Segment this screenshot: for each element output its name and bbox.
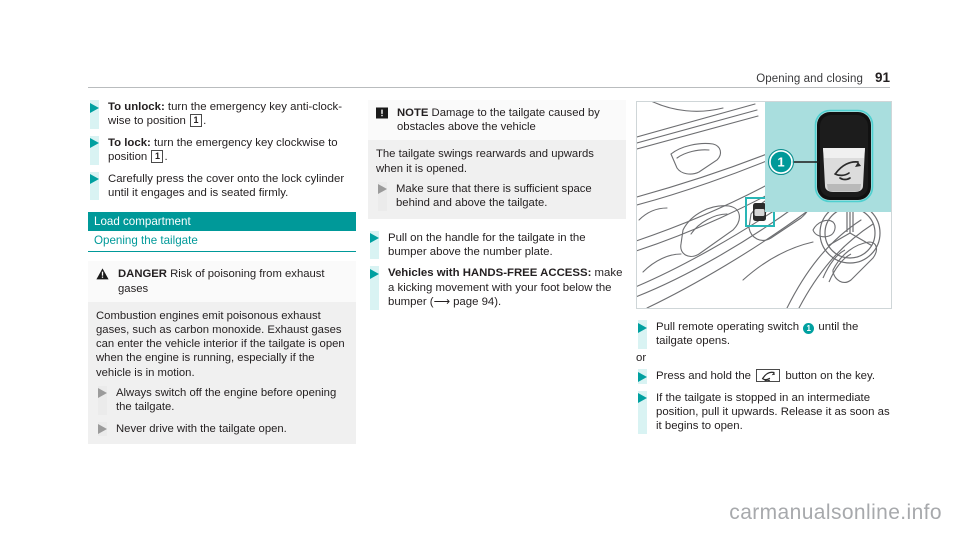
bullet-text: If the tailgate is stopped in an interme… xyxy=(656,391,890,433)
page-number: 91 xyxy=(874,70,890,85)
bullet-triangle-icon xyxy=(638,393,647,404)
section-heading-load-compartment: Load compartment xyxy=(88,212,356,232)
bullet-lead: To lock: xyxy=(108,136,151,149)
bullet-triangle-icon xyxy=(370,268,379,279)
remote-switch-steps-list: Pull remote operating switch 1 until the… xyxy=(636,320,892,349)
bullet-text-pre: Press and hold the xyxy=(656,370,755,383)
bullet-text: Never drive with the tailgate open. xyxy=(116,422,287,435)
or-connector: or xyxy=(636,351,647,364)
warning-triangle-icon xyxy=(96,268,109,280)
running-header: Opening and closing 91 xyxy=(88,70,890,88)
list-item: Carefully press the cover onto the lock … xyxy=(88,171,356,201)
list-item: Pull on the handle for the tailgate in t… xyxy=(368,230,626,260)
header-divider xyxy=(88,87,890,88)
bullet-text: Make sure that there is sufficient space… xyxy=(396,182,592,210)
list-item: If the tailgate is stopped in an interme… xyxy=(636,390,892,434)
bullet-tail: . xyxy=(164,151,168,164)
bullet-text-pre: Pull remote operating switch xyxy=(656,321,803,333)
list-item: Never drive with the tailgate open. xyxy=(96,421,348,437)
bullet-triangle-icon xyxy=(378,184,387,195)
reference-number-box: 1 xyxy=(151,150,164,163)
note-warning-box: NOTE Damage to the tailgate caused by ob… xyxy=(368,100,626,219)
danger-warning-box: DANGER Risk of poisoning from exhaust ga… xyxy=(88,261,356,445)
danger-warning-header: DANGER Risk of poisoning from exhaust ga… xyxy=(88,261,356,302)
bullet-text: Pull on the handle for the tailgate in t… xyxy=(388,231,586,259)
bullet-triangle-icon xyxy=(370,233,379,244)
note-bullets-list: Make sure that there is sufficient space… xyxy=(376,181,618,211)
bullet-lead: Vehicles with HANDS-FREE ACCESS: xyxy=(388,267,592,280)
danger-warning-body: Combustion engines emit poisonous exhaus… xyxy=(88,301,356,445)
bullet-triangle-icon xyxy=(90,102,99,113)
bullet-text: Always switch off the engine before open… xyxy=(116,386,337,414)
column-two: NOTE Damage to the tailgate caused by ob… xyxy=(368,100,626,310)
note-keyword: NOTE xyxy=(397,107,429,119)
note-warning-header: NOTE Damage to the tailgate caused by ob… xyxy=(368,100,626,141)
svg-text:1: 1 xyxy=(777,155,784,170)
tailgate-opening-steps-list: Pull on the handle for the tailgate in t… xyxy=(368,230,626,310)
bullet-triangle-icon xyxy=(638,322,647,333)
callout-number-badge: 1 xyxy=(803,323,815,334)
bullet-text: Carefully press the cover onto the lock … xyxy=(108,172,345,200)
bullet-tail: . xyxy=(203,115,207,128)
key-button-steps-list: Press and hold the button on the key. If… xyxy=(636,369,892,434)
note-exclamation-icon xyxy=(376,107,388,119)
list-item: To lock: turn the emergency key clockwis… xyxy=(88,135,356,165)
bullet-triangle-icon xyxy=(90,138,99,149)
tailgate-open-key-icon xyxy=(756,369,781,383)
column-three: Pull remote operating switch 1 until the… xyxy=(636,320,892,434)
danger-warning-text: DANGER Risk of poisoning from exhaust ga… xyxy=(118,267,348,295)
bullet-triangle-icon xyxy=(638,371,647,382)
note-warning-body: The tailgate swings rearwards and upward… xyxy=(368,140,626,219)
emergency-key-steps-list: To unlock: turn the emergency key anti-c… xyxy=(88,100,356,201)
bullet-triangle-icon xyxy=(98,424,107,435)
note-body-paragraph: The tailgate swings rearwards and upward… xyxy=(376,148,594,175)
list-item: Pull remote operating switch 1 until the… xyxy=(636,320,892,349)
danger-bullets-list: Always switch off the engine before open… xyxy=(96,385,348,437)
list-item: Make sure that there is sufficient space… xyxy=(376,181,618,211)
sub-heading-opening-the-tailgate: Opening the tailgate xyxy=(88,234,356,253)
bullet-triangle-icon xyxy=(98,388,107,399)
danger-keyword: DANGER xyxy=(118,268,167,281)
note-headline: Damage to the tailgate caused by obstacl… xyxy=(397,107,600,134)
danger-body-paragraph: Combustion engines emit poisonous exhaus… xyxy=(96,309,345,379)
reference-number-box: 1 xyxy=(190,114,203,127)
list-item: To unlock: turn the emergency key anti-c… xyxy=(88,100,356,129)
header-section-title: Opening and closing xyxy=(756,73,863,85)
manual-page: Opening and closing 91 To unlock: turn th… xyxy=(0,0,960,533)
site-watermark: carmanualsonline.info xyxy=(729,501,942,524)
tailgate-switch-inset: 1 xyxy=(765,102,891,212)
note-warning-text: NOTE Damage to the tailgate caused by ob… xyxy=(397,106,618,134)
column-one: To unlock: turn the emergency key anti-c… xyxy=(88,100,356,445)
bullet-lead: To unlock: xyxy=(108,101,165,113)
list-item: Press and hold the button on the key. xyxy=(636,369,892,384)
list-item: Always switch off the engine before open… xyxy=(96,385,348,415)
header-text: Opening and closing 91 xyxy=(756,70,890,85)
bullet-text-post: button on the key. xyxy=(782,370,876,383)
list-item: Vehicles with HANDS-FREE ACCESS: make a … xyxy=(368,266,626,310)
door-panel-illustration: 1 xyxy=(636,101,892,309)
bullet-triangle-icon xyxy=(90,174,99,185)
